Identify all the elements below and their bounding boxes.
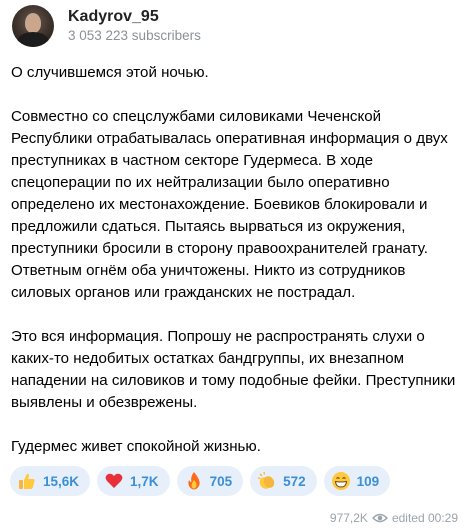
message-bubble: О случившемся этой ночью. Совместно со с…: [0, 52, 466, 532]
channel-name[interactable]: Kadyrov_95: [68, 8, 159, 26]
eye-icon: [371, 513, 388, 523]
reactions-bar: 15,6K 1,7K 705 572 109: [10, 466, 391, 496]
reaction-clap[interactable]: 572: [250, 466, 317, 496]
reaction-count: 572: [283, 473, 306, 489]
message-paragraph: Это вся информация. Попрошу не распростр…: [11, 328, 456, 411]
view-count: 977,2K: [329, 511, 368, 525]
grinning-face-icon: [331, 472, 350, 490]
reaction-heart[interactable]: 1,7K: [97, 466, 170, 496]
reaction-fire[interactable]: 705: [176, 466, 244, 496]
channel-header: Kadyrov_95 3 053 223 subscribers: [0, 0, 466, 52]
message-paragraph: Совместно со спецслужбами силовиками Чеч…: [11, 108, 448, 301]
message-text: О случившемся этой ночью. Совместно со с…: [11, 62, 459, 458]
message-paragraph: Гудермес живет спокойной жизнью.: [11, 438, 261, 455]
fire-icon: [187, 472, 200, 490]
subscriber-count: 3 053 223 subscribers: [68, 28, 201, 43]
reaction-count: 15,6K: [43, 473, 80, 489]
reaction-count: 1,7K: [130, 473, 159, 489]
message-meta: 977,2K edited 00:29: [330, 511, 458, 525]
clapping-hands-icon: [257, 471, 275, 489]
edited-time: edited 00:29: [391, 511, 458, 525]
avatar-body: [17, 32, 49, 47]
message-paragraph: О случившемся этой ночью.: [11, 64, 209, 81]
channel-avatar[interactable]: [12, 5, 54, 47]
thumbs-up-icon: [19, 473, 35, 489]
reaction-grin[interactable]: 109: [323, 466, 391, 496]
reaction-count: 705: [209, 473, 233, 489]
avatar-face: [25, 13, 41, 33]
reaction-thumbs-up[interactable]: 15,6K: [10, 466, 91, 496]
reaction-count: 109: [356, 473, 380, 489]
red-heart-icon: [105, 473, 123, 488]
